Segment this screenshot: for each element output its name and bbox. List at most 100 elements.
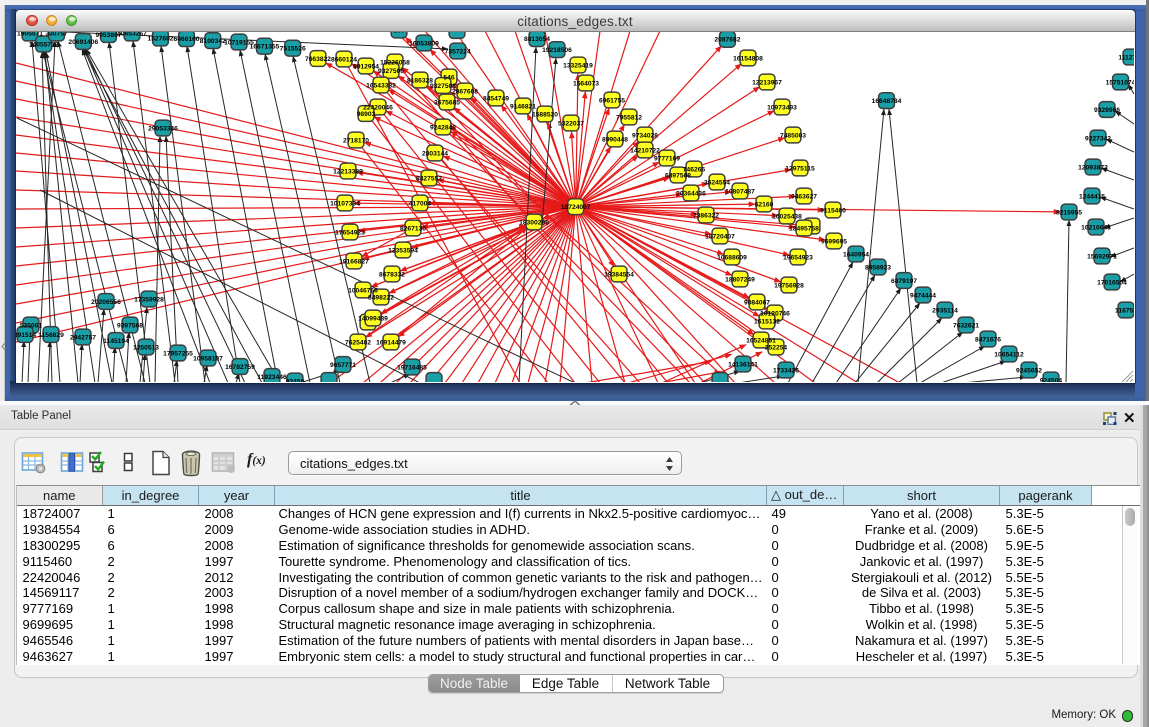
svg-text:10107334: 10107334 xyxy=(330,200,360,207)
svg-text:29053346: 29053346 xyxy=(148,125,178,132)
svg-text:8454749: 8454749 xyxy=(483,95,509,102)
svg-text:17016504: 17016504 xyxy=(1097,279,1127,286)
svg-text:8427552: 8427552 xyxy=(416,175,442,182)
svg-text:6961755: 6961755 xyxy=(599,97,625,104)
svg-text:9084067: 9084067 xyxy=(744,299,770,306)
svg-text:16671355: 16671355 xyxy=(250,44,280,51)
svg-text:116753: 116753 xyxy=(1115,307,1134,314)
svg-text:7663822: 7663822 xyxy=(305,56,331,63)
svg-text:8813054: 8813054 xyxy=(524,36,550,43)
svg-text:1527602: 1527602 xyxy=(147,35,173,42)
svg-text:12213967: 12213967 xyxy=(752,79,782,86)
svg-text:8215955: 8215955 xyxy=(1056,209,1082,216)
svg-text:10120746: 10120746 xyxy=(760,310,790,317)
svg-text:17957255: 17957255 xyxy=(163,350,193,357)
svg-text:7625402: 7625402 xyxy=(345,339,371,346)
svg-text:8958923: 8958923 xyxy=(865,264,891,271)
svg-text:19166827: 19166827 xyxy=(339,258,369,265)
svg-text:19384554: 19384554 xyxy=(604,271,634,278)
svg-text:16782759: 16782759 xyxy=(225,364,255,371)
svg-text:13325419: 13325419 xyxy=(563,62,593,69)
svg-text:98903: 98903 xyxy=(357,111,376,118)
svg-text:6897568: 6897568 xyxy=(665,172,691,179)
svg-text:330757: 330757 xyxy=(45,32,68,37)
svg-text:9242848: 9242848 xyxy=(430,124,456,131)
svg-text:19756928: 19756928 xyxy=(774,282,804,289)
svg-text:6879197: 6879197 xyxy=(891,278,917,285)
svg-text:10653267: 10653267 xyxy=(117,32,147,37)
svg-text:1733426: 1733426 xyxy=(773,367,799,374)
svg-text:14099489: 14099489 xyxy=(358,315,388,322)
svg-text:7955812: 7955812 xyxy=(616,114,642,121)
svg-text:18495758: 18495758 xyxy=(789,225,819,232)
svg-text:15720407: 15720407 xyxy=(705,233,735,240)
svg-text:1145194: 1145194 xyxy=(103,338,129,345)
svg-text:16053809: 16053809 xyxy=(409,40,439,47)
svg-text:8660124: 8660124 xyxy=(331,56,357,63)
svg-text:9657771: 9657771 xyxy=(330,362,356,369)
svg-text:3675685: 3675685 xyxy=(434,99,460,106)
svg-text:2935114: 2935114 xyxy=(932,307,958,314)
svg-text:12353594: 12353594 xyxy=(388,247,418,254)
svg-text:15751074: 15751074 xyxy=(1106,79,1134,86)
svg-text:10807487: 10807487 xyxy=(725,188,755,195)
svg-text:1588520: 1588520 xyxy=(532,111,558,118)
svg-text:12213389: 12213389 xyxy=(333,168,363,175)
svg-text:546: 546 xyxy=(443,74,454,81)
svg-text:2718170: 2718170 xyxy=(343,137,369,144)
svg-text:20206556: 20206556 xyxy=(91,299,121,306)
svg-text:16914479: 16914479 xyxy=(376,339,406,346)
svg-text:9777169: 9777169 xyxy=(654,155,680,162)
svg-text:19218506: 19218506 xyxy=(542,47,572,54)
svg-text:16210643: 16210643 xyxy=(1081,224,1111,231)
svg-text:18300295: 18300295 xyxy=(519,219,549,226)
svg-text:20364436: 20364436 xyxy=(676,190,706,197)
svg-text:391514: 391514 xyxy=(16,332,36,339)
svg-text:9329966: 9329966 xyxy=(1094,107,1120,114)
svg-text:92450: 92450 xyxy=(286,378,305,382)
svg-text:12093872: 12093872 xyxy=(1078,164,1108,171)
svg-text:1640954: 1640954 xyxy=(843,251,869,258)
svg-text:9115460: 9115460 xyxy=(820,207,846,214)
svg-text:17654923: 17654923 xyxy=(335,229,365,236)
svg-text:15692971: 15692971 xyxy=(1087,253,1117,260)
svg-text:9327500: 9327500 xyxy=(378,68,404,75)
svg-text:1156829: 1156829 xyxy=(38,332,64,339)
svg-text:9474444: 9474444 xyxy=(910,292,936,299)
svg-text:417004: 417004 xyxy=(409,200,432,207)
svg-text:11923446: 11923446 xyxy=(257,374,287,381)
svg-text:1615132: 1615132 xyxy=(754,318,780,325)
svg-text:6466160: 6466160 xyxy=(173,36,199,43)
svg-text:10046766: 10046766 xyxy=(348,287,378,294)
svg-text:924504: 924504 xyxy=(1040,377,1063,382)
svg-text:15226058: 15226058 xyxy=(380,59,410,66)
svg-text:14210722: 14210722 xyxy=(630,147,660,154)
svg-text:16524851: 16524851 xyxy=(746,337,776,344)
svg-text:19716485: 19716485 xyxy=(397,364,427,371)
svg-text:7515526: 7515526 xyxy=(280,46,306,53)
svg-text:8498222: 8498222 xyxy=(368,294,394,301)
svg-text:1112744: 1112744 xyxy=(1118,54,1134,61)
svg-text:14055712: 14055712 xyxy=(29,41,59,48)
svg-text:9463627: 9463627 xyxy=(791,193,817,200)
svg-text:62160: 62160 xyxy=(755,201,774,208)
svg-text:7386322: 7386322 xyxy=(693,212,719,219)
svg-text:7485003: 7485003 xyxy=(780,132,806,139)
svg-text:535061: 535061 xyxy=(20,322,43,329)
svg-text:10688609: 10688609 xyxy=(717,254,747,261)
svg-text:16543382: 16543382 xyxy=(366,82,396,89)
svg-text:2087682: 2087682 xyxy=(714,37,740,44)
svg-text:20691406: 20691406 xyxy=(68,39,98,46)
svg-text:9734028: 9734028 xyxy=(632,132,658,139)
svg-text:14136141: 14136141 xyxy=(728,361,758,368)
svg-text:1250513: 1250513 xyxy=(133,344,159,351)
svg-text:3624554: 3624554 xyxy=(704,179,730,186)
svg-text:12975115: 12975115 xyxy=(785,165,815,172)
svg-text:9227342: 9227342 xyxy=(1085,135,1111,142)
svg-text:9146821: 9146821 xyxy=(510,103,536,110)
svg-text:10973493: 10973493 xyxy=(767,104,797,111)
svg-text:9245652: 9245652 xyxy=(1016,367,1042,374)
svg-text:8912954: 8912954 xyxy=(353,63,379,70)
svg-text:8678332: 8678332 xyxy=(379,271,405,278)
svg-text:8267130: 8267130 xyxy=(400,225,426,232)
